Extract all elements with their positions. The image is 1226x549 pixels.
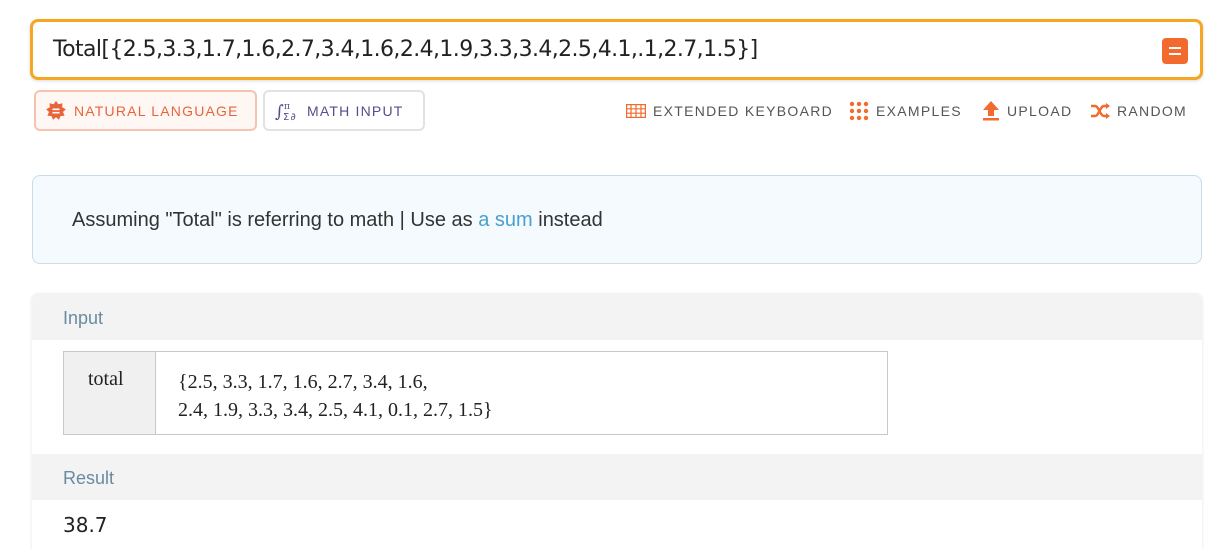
natural-language-label: NATURAL LANGUAGE <box>74 102 239 119</box>
upload-icon <box>982 101 1000 121</box>
result-value: 38.7 <box>63 513 108 537</box>
equals-icon <box>1169 47 1181 49</box>
extended-keyboard-label: EXTENDED KEYBOARD <box>653 103 834 119</box>
input-function-label: total <box>64 352 156 434</box>
extended-keyboard-button[interactable]: EXTENDED KEYBOARD <box>626 100 833 122</box>
input-interpretation-table: total {2.5, 3.3, 1.7, 1.6, 2.7, 3.4, 1.6… <box>63 351 888 435</box>
query-text[interactable]: Total[{2.5,3.3,1.7,1.6,2.7,3.4,1.6,2.4,1… <box>53 37 758 62</box>
assumption-box: Assuming "Total" is referring to math | … <box>32 175 1202 264</box>
results-pod: Input total {2.5, 3.3, 1.7, 1.6, 2.7, 3.… <box>32 294 1202 549</box>
examples-label: EXAMPLES <box>876 103 962 119</box>
keyboard-icon <box>626 104 646 118</box>
compute-button[interactable] <box>1162 38 1188 64</box>
natural-language-button[interactable]: NATURAL LANGUAGE <box>34 90 257 131</box>
random-button[interactable]: RANDOM <box>1090 100 1187 122</box>
math-input-icon: ∫ π Σ∂ <box>275 100 299 122</box>
math-input-button[interactable]: ∫ π Σ∂ MATH INPUT <box>263 90 425 131</box>
input-value-line1: {2.5, 3.3, 1.7, 1.6, 2.7, 3.4, 1.6, <box>178 371 428 393</box>
examples-grid-icon <box>849 101 869 121</box>
result-pod-title: Result <box>32 454 1202 500</box>
input-value: {2.5, 3.3, 1.7, 1.6, 2.7, 3.4, 1.6, 2.4,… <box>156 352 493 434</box>
natural-language-icon <box>46 100 66 121</box>
random-label: RANDOM <box>1117 103 1188 119</box>
assumption-prefix: Assuming "Total" is referring to math | … <box>72 209 479 231</box>
upload-button[interactable]: UPLOAD <box>982 100 1072 122</box>
svg-text:π: π <box>284 102 291 112</box>
assumption-suffix: instead <box>532 209 603 231</box>
math-input-label: MATH INPUT <box>307 102 404 119</box>
examples-button[interactable]: EXAMPLES <box>849 100 962 122</box>
svg-text:Σ∂: Σ∂ <box>283 112 297 122</box>
assumption-text: Assuming "Total" is referring to math | … <box>72 209 603 232</box>
shuffle-icon <box>1090 103 1110 119</box>
input-pod-title: Input <box>32 294 1202 340</box>
upload-label: UPLOAD <box>1007 103 1073 119</box>
use-as-sum-link[interactable]: a sum <box>478 209 532 231</box>
query-input[interactable]: Total[{2.5,3.3,1.7,1.6,2.7,3.4,1.6,2.4,1… <box>30 19 1203 80</box>
input-value-line2: 2.4, 1.9, 3.3, 3.4, 2.5, 4.1, 0.1, 2.7, … <box>178 399 493 421</box>
